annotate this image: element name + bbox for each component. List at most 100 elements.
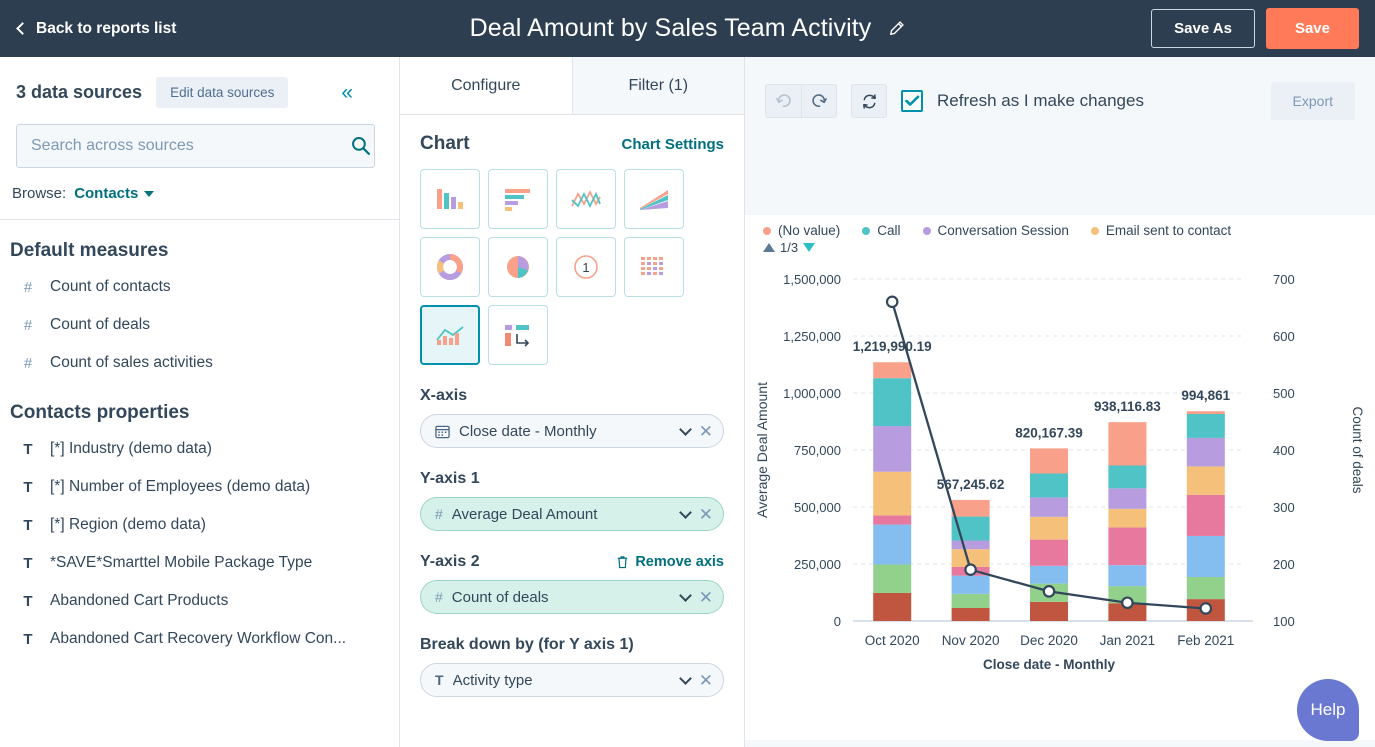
help-button[interactable]: Help [1297,679,1359,741]
redo-button[interactable] [801,84,837,118]
field-number-of-employees[interactable]: T [*] Number of Employees (demo data) [0,468,399,506]
field-count-of-sales-activities[interactable]: # Count of sales activities [0,344,399,382]
search-icon[interactable] [350,135,371,156]
calendar-icon [435,425,450,438]
field-industry[interactable]: T [*] Industry (demo data) [0,430,399,468]
field-label: Abandoned Cart Recovery Workflow Con... [50,630,347,647]
browse-object-select[interactable]: Contacts [74,185,138,202]
legend-prev-page-icon[interactable] [763,243,775,252]
text-icon: T [435,672,444,688]
legend-item-call[interactable]: Call [862,223,901,238]
combo-chart-svg[interactable]: 0 250,000 500,000 750,000 1,000,000 1,250,000… [745,255,1375,705]
data-sources-count: 3 data sources [16,82,143,102]
y-axis-2-field-pill[interactable]: # Count of deals ✕ [420,580,724,614]
export-button[interactable]: Export [1270,82,1355,120]
field-label: Count of deals [50,316,150,333]
svg-text:500: 500 [1273,386,1295,401]
chart-settings-link[interactable]: Chart Settings [621,136,724,153]
close-icon[interactable]: ✕ [699,423,713,440]
legend-color-dot [862,226,871,235]
double-chevron-left-icon[interactable]: « [341,82,353,103]
field-region[interactable]: T [*] Region (demo data) [0,506,399,544]
data-sources-header: 3 data sources Edit data sources « [0,57,399,108]
svg-text:750,000: 750,000 [794,443,841,458]
svg-text:1: 1 [582,260,589,275]
svg-text:Close date - Monthly: Close date - Monthly [983,657,1115,672]
x-axis-field-pill[interactable]: Close date - Monthly ✕ [420,414,724,448]
back-to-reports-list-link[interactable]: Back to reports list [16,19,177,38]
tab-filter[interactable]: Filter (1) [571,57,744,115]
chevron-down-icon[interactable] [678,671,692,685]
chart-card: (No value) Call Conversation Session Ema… [745,215,1375,740]
chevron-left-icon [16,22,29,35]
chevron-down-icon[interactable] [678,588,692,602]
svg-text:Count of deals: Count of deals [1350,406,1365,493]
line-chart-icon[interactable] [556,169,616,229]
remove-axis-label: Remove axis [635,554,724,570]
save-button[interactable]: Save [1265,8,1359,49]
search-container [16,124,383,168]
pivot-table-icon[interactable] [488,305,548,365]
tab-configure[interactable]: Configure [400,57,572,115]
refresh-as-i-make-changes-checkbox[interactable] [901,90,923,112]
field-label: [*] Industry (demo data) [50,440,212,457]
top-bar: Back to reports list Deal Amount by Sale… [0,0,1375,57]
horizontal-bar-chart-icon[interactable] [488,169,548,229]
legend-item-no-value[interactable]: (No value) [763,223,840,238]
close-icon[interactable]: ✕ [699,672,713,689]
main-content: Refresh as I make changes Export (No val… [745,57,1375,747]
remove-axis-button[interactable]: Remove axis [616,554,724,570]
svg-text:600: 600 [1273,329,1295,344]
pie-chart-icon[interactable] [488,237,548,297]
contacts-properties-section: Contacts properties T [*] Industry (demo… [0,382,399,658]
undo-button[interactable] [765,84,801,118]
chevron-down-icon[interactable] [144,190,155,197]
break-down-by-label: Break down by (for Y axis 1) [420,636,634,653]
configure-tabs: Configure Filter (1) [400,57,744,115]
break-down-by-field-pill[interactable]: T Activity type ✕ [420,663,724,697]
field-count-of-contacts[interactable]: # Count of contacts [0,268,399,306]
svg-text:820,167.39: 820,167.39 [1015,425,1083,440]
svg-text:100: 100 [1273,614,1295,629]
report-title: Deal Amount by Sales Team Activity [469,14,872,42]
close-icon[interactable]: ✕ [699,506,713,523]
edit-data-sources-button[interactable]: Edit data sources [156,77,289,108]
donut-chart-icon[interactable] [420,237,480,297]
chevron-down-icon[interactable] [678,505,692,519]
legend-item-conversation-session[interactable]: Conversation Session [922,223,1069,238]
svg-text:0: 0 [834,614,841,629]
legend-label: (No value) [778,223,841,238]
vertical-bar-chart-icon[interactable] [420,169,480,229]
y-axis-1-field-pill[interactable]: # Average Deal Amount ✕ [420,497,724,531]
configure-panel: Configure Filter (1) Chart Chart Setting… [400,57,745,747]
field-label: Count of sales activities [50,354,213,371]
text-icon: T [23,630,33,648]
x-axis-field-value: Close date - Monthly [459,422,597,440]
text-icon: T [23,554,33,572]
svg-text:994,861: 994,861 [1181,388,1230,403]
save-as-button[interactable]: Save As [1151,9,1255,48]
field-smarttel-mobile-package-type[interactable]: T *SAVE*Smarttel Mobile Package Type [0,544,399,582]
legend-item-email-sent-to-contact[interactable]: Email sent to contact [1090,223,1231,238]
field-abandoned-cart-recovery-workflow[interactable]: T Abandoned Cart Recovery Workflow Con..… [0,620,399,658]
area-chart-icon[interactable] [624,169,684,229]
field-abandoned-cart-products[interactable]: T Abandoned Cart Products [0,582,399,620]
search-input[interactable] [16,124,375,168]
text-icon: T [23,592,33,610]
refresh-button[interactable] [851,84,887,118]
top-bar-actions: Save As Save [1151,0,1359,57]
back-link-label: Back to reports list [36,19,177,37]
close-icon[interactable]: ✕ [699,589,713,606]
text-icon: T [23,478,33,496]
table-chart-icon[interactable] [624,237,684,297]
chart-legend: (No value) Call Conversation Session Ema… [745,215,1375,238]
legend-next-page-icon[interactable] [803,243,816,252]
field-label: [*] Number of Employees (demo data) [50,478,311,495]
number-icon: # [23,278,33,296]
pencil-icon[interactable] [887,20,905,38]
single-value-icon[interactable]: 1 [556,237,616,297]
field-count-of-deals[interactable]: # Count of deals [0,306,399,344]
svg-text:1,500,000: 1,500,000 [783,272,841,287]
chevron-down-icon[interactable] [678,422,692,436]
combo-chart-icon[interactable] [420,305,480,365]
